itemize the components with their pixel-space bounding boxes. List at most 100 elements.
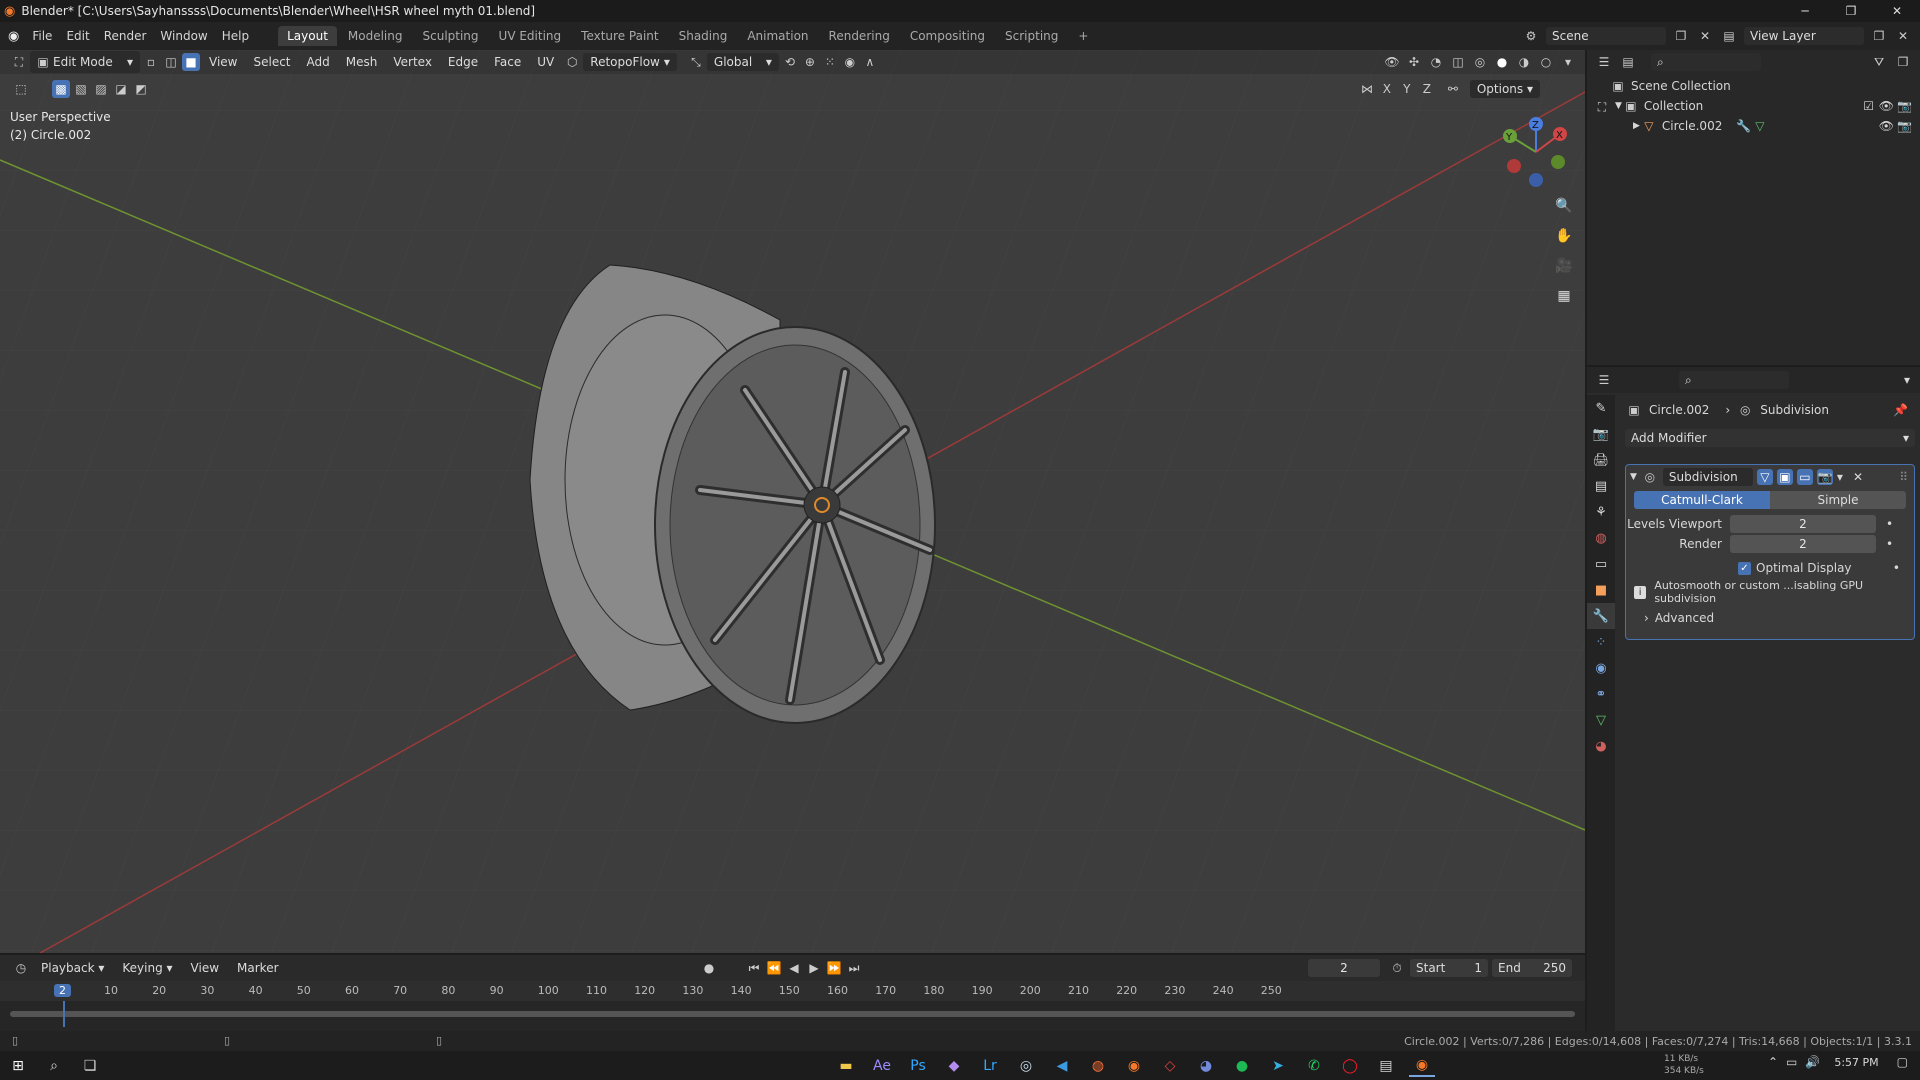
simple-button[interactable]: Simple — [1770, 491, 1906, 509]
menu-keying[interactable]: Keying ▾ — [115, 959, 179, 977]
realtime-toggle-icon[interactable]: ▭ — [1796, 469, 1813, 485]
delete-scene-icon[interactable]: ✕ — [1696, 27, 1714, 45]
auto-merge-icon[interactable]: ⚯ — [1444, 80, 1462, 98]
visibility-icon[interactable]: 👁 — [1383, 53, 1401, 71]
menu-select[interactable]: Select — [246, 53, 297, 71]
pan-hand-icon[interactable]: ✋ — [1551, 223, 1577, 249]
jump-start-icon[interactable]: ⏮ — [745, 959, 763, 977]
menu-marker[interactable]: Marker — [230, 959, 285, 977]
render-toggle-icon[interactable]: 📷 — [1816, 469, 1833, 485]
menu-file[interactable]: File — [25, 29, 59, 43]
tab-uv-editing[interactable]: UV Editing — [490, 26, 571, 46]
particles-tab-icon[interactable]: ⁘ — [1587, 629, 1615, 655]
face-select-icon[interactable]: ■ — [182, 53, 200, 71]
wrench-icon[interactable]: 🔧 — [1736, 119, 1751, 133]
tab-sculpting[interactable]: Sculpting — [414, 26, 488, 46]
blender-pinned-icon[interactable]: ◉ — [1121, 1055, 1147, 1077]
menu-add[interactable]: Add — [300, 53, 337, 71]
mesh-data-icon[interactable]: ▽ — [1755, 119, 1764, 133]
tab-texture-paint[interactable]: Texture Paint — [572, 26, 667, 46]
overlay-toggle-icon[interactable]: ◔ — [1427, 53, 1445, 71]
menu-uv[interactable]: UV — [530, 53, 561, 71]
pivot-icon[interactable]: ⟲ — [781, 53, 799, 71]
outliner-editor-icon[interactable]: ☰ — [1595, 53, 1613, 71]
spotify-icon[interactable]: ● — [1229, 1055, 1255, 1077]
orientation-dropdown[interactable]: Global ▾ — [706, 53, 779, 71]
select-mode-invert-icon[interactable]: ◪ — [112, 80, 130, 98]
shading-options-icon[interactable]: ▾ — [1559, 53, 1577, 71]
camera-icon[interactable]: 📷 — [1897, 99, 1912, 113]
collection-tab-icon[interactable]: ▭ — [1587, 551, 1615, 577]
viewport-scene[interactable] — [0, 50, 1585, 953]
world-tab-icon[interactable]: ◍ — [1587, 525, 1615, 551]
menu-edge[interactable]: Edge — [441, 53, 485, 71]
render-tab-icon[interactable]: 📷 — [1587, 421, 1615, 447]
retopoflow-dropdown[interactable]: RetopoFlow ▾ — [583, 53, 677, 71]
menu-timeline-view[interactable]: View — [184, 959, 226, 977]
select-mode-intersect-icon[interactable]: ◩ — [132, 80, 150, 98]
add-workspace-button[interactable]: + — [1069, 26, 1097, 46]
terminal-icon[interactable]: ▤ — [1373, 1055, 1399, 1077]
play-icon[interactable]: ▶ — [805, 959, 823, 977]
record-icon[interactable]: ● — [700, 959, 718, 977]
minimize-button[interactable]: ─ — [1782, 0, 1828, 22]
outliner-side-icon[interactable]: ⛶ — [1593, 98, 1611, 116]
new-scene-icon[interactable]: ❐ — [1672, 27, 1690, 45]
windows-start-icon[interactable]: ⊞ — [5, 1055, 31, 1077]
modifier-name-field[interactable]: Subdivision — [1662, 468, 1753, 486]
notifications-icon[interactable]: ▢ — [1897, 1055, 1908, 1069]
vscode-icon[interactable]: ◀ — [1049, 1055, 1075, 1077]
select-mode-new-icon[interactable]: ▩ — [52, 80, 70, 98]
tab-rendering[interactable]: Rendering — [820, 26, 899, 46]
scene-icon[interactable]: ⚙ — [1522, 27, 1540, 45]
timeline-scrollbar[interactable] — [10, 1011, 1575, 1017]
select-mode-extend-icon[interactable]: ▧ — [72, 80, 90, 98]
snap-target-icon[interactable]: ⁙ — [821, 53, 839, 71]
timeline-track[interactable] — [0, 1001, 1585, 1031]
display-mode-icon[interactable]: ▤ — [1619, 53, 1637, 71]
firefox-icon[interactable]: ◍ — [1085, 1055, 1111, 1077]
camera-view-icon[interactable]: 🎥 — [1551, 253, 1577, 279]
rendered-shading-icon[interactable]: ○ — [1537, 53, 1555, 71]
menu-render[interactable]: Render — [97, 29, 154, 43]
timeline-editor-icon[interactable]: ◷ — [12, 959, 30, 977]
camera-icon[interactable]: 📷 — [1897, 119, 1912, 133]
advanced-subpanel[interactable]: › Advanced — [1626, 609, 1914, 627]
add-modifier-dropdown[interactable]: Add Modifier ▾ — [1625, 429, 1915, 447]
network-icon[interactable]: ▭ — [1786, 1055, 1797, 1069]
optimal-display-checkbox[interactable]: ✓ — [1738, 561, 1751, 575]
data-tab-icon[interactable]: ▽ — [1587, 707, 1615, 733]
filter-icon[interactable]: ⛛ — [1870, 53, 1888, 71]
reader-icon[interactable]: ◇ — [1157, 1055, 1183, 1077]
levels-viewport-field[interactable]: 2 — [1730, 515, 1876, 533]
gizmo-toggle-icon[interactable]: ✣ — [1405, 53, 1423, 71]
output-tab-icon[interactable]: 🖨 — [1587, 447, 1615, 473]
expand-arrow-icon[interactable]: ▼ — [1615, 101, 1622, 111]
render-levels-field[interactable]: 2 — [1730, 535, 1876, 553]
material-tab-icon[interactable]: ◕ — [1587, 733, 1615, 759]
eye-icon[interactable]: 👁 — [1879, 99, 1894, 113]
task-view-icon[interactable]: ❏ — [77, 1055, 103, 1077]
vertex-select-icon[interactable]: ▫ — [142, 53, 160, 71]
mirror-z-toggle[interactable]: Z — [1418, 80, 1436, 98]
outliner-row-collection[interactable]: ▼ ▣ Collection ☑ 👁 📷 — [1587, 96, 1920, 116]
keyframe-dot-icon[interactable]: • — [1886, 537, 1893, 551]
stopwatch-icon[interactable]: ⏱ — [1388, 959, 1406, 977]
close-icon[interactable]: ✕ — [1853, 470, 1863, 484]
telegram-icon[interactable]: ➤ — [1265, 1055, 1291, 1077]
file-explorer-icon[interactable]: ▬ — [833, 1055, 859, 1077]
mirror-y-toggle[interactable]: Y — [1398, 80, 1416, 98]
modifier-tab-icon[interactable]: 🔧 — [1587, 603, 1615, 629]
tab-scripting[interactable]: Scripting — [996, 26, 1067, 46]
menu-window[interactable]: Window — [153, 29, 214, 43]
current-frame-field[interactable]: 2 — [1308, 959, 1380, 977]
material-shading-icon[interactable]: ◑ — [1515, 53, 1533, 71]
mirror-x-toggle[interactable]: X — [1378, 80, 1396, 98]
outliner-row-scene-collection[interactable]: ▣ Scene Collection — [1587, 76, 1920, 96]
menu-help[interactable]: Help — [215, 29, 256, 43]
proportional-edit-icon[interactable]: ◉ — [841, 53, 859, 71]
options-dropdown[interactable]: Options ▾ — [1469, 80, 1540, 98]
jump-end-icon[interactable]: ⏭ — [845, 959, 863, 977]
3d-viewport[interactable]: ⛶ ▣ Edit Mode ▾ ▫ ◫ ■ View Select Add Me… — [0, 50, 1585, 953]
drag-handle-icon[interactable]: ⠿ — [1899, 470, 1908, 484]
